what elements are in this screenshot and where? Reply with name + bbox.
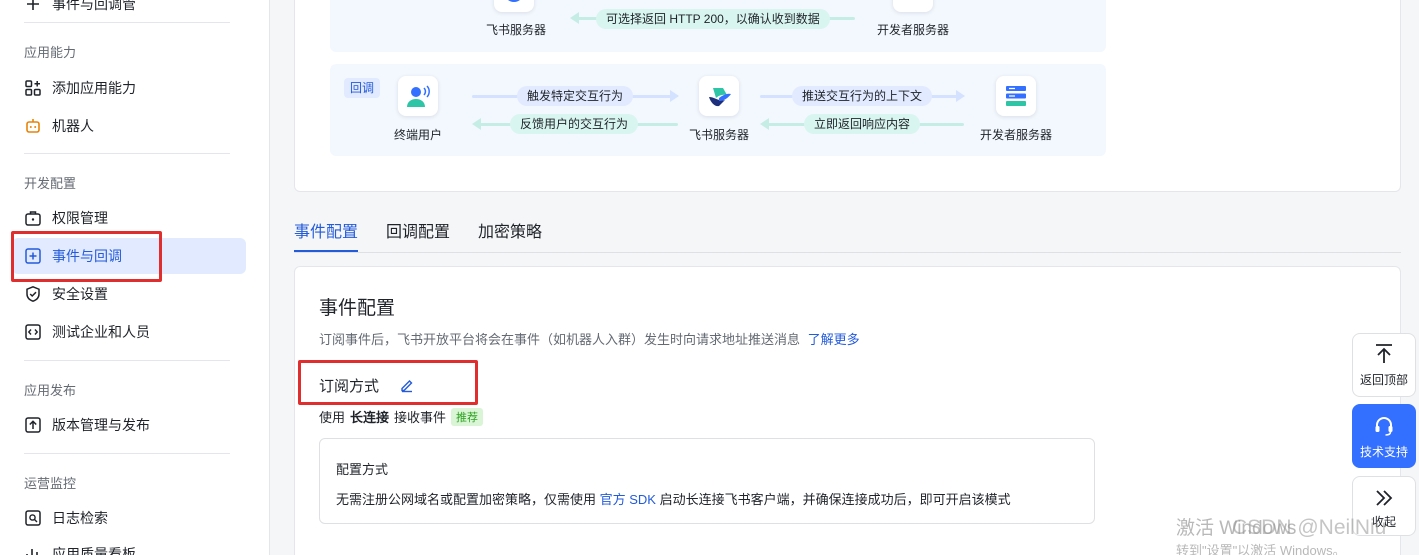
- robot-icon: [26, 119, 40, 133]
- tech-support-label: 技术支持: [1359, 445, 1408, 459]
- grid-plus-icon: [25, 80, 41, 96]
- sidebar-item-label: 事件与回调管: [52, 0, 136, 12]
- flow-pill-push: 推送交互行为的上下文: [792, 86, 933, 106]
- sidebar-item-add-capability[interactable]: 添加应用能力: [12, 70, 246, 106]
- sidebar-item-label: 应用质量看板: [52, 546, 136, 555]
- tab-callback-config[interactable]: 回调配置: [386, 218, 450, 242]
- flow-pill-http200: 可选择返回 HTTP 200，以确认收到数据: [596, 9, 830, 29]
- headset-icon: [1375, 417, 1393, 436]
- sidebar-item-test-tenant[interactable]: 测试企业和人员: [12, 314, 246, 350]
- long-connection-text: 长连接: [350, 410, 390, 425]
- sidebar-item-label: 安全设置: [52, 286, 108, 302]
- briefcase-icon: [25, 211, 41, 226]
- sidebar-item-event-callback-top[interactable]: 事件与回调管: [12, 0, 246, 22]
- learn-more-link[interactable]: 了解更多: [808, 332, 860, 347]
- sidebar-item-label: 机器人: [52, 118, 94, 134]
- config-method-text: 无需注册公网域名或配置加密策略，仅需使用 官方 SDK 启动长连接飞书客户端，并…: [336, 489, 1011, 508]
- arrowhead-right: [670, 90, 679, 102]
- sidebar-item-label: 版本管理与发布: [52, 417, 150, 433]
- sidebar-item-label: 权限管理: [52, 210, 108, 226]
- arrow-up-icon: [1376, 344, 1392, 363]
- flow-pill-trigger: 触发特定交互行为: [517, 86, 634, 106]
- sidebar-item-quality[interactable]: 应用质量看板: [12, 536, 246, 555]
- official-sdk-link[interactable]: 官方 SDK: [600, 492, 656, 507]
- sidebar-item-label: 测试企业和人员: [52, 324, 150, 340]
- node-label-lark-server: 飞书服务器: [688, 128, 749, 142]
- divider: [24, 453, 230, 454]
- back-to-top-label: 返回顶部: [1359, 373, 1408, 387]
- double-chevron-right-icon: [1376, 490, 1393, 506]
- sidebar-item-logs[interactable]: 日志检索: [12, 500, 246, 536]
- config-text-suffix: 启动长连接飞书客户端，并确保连接成功后，即可开启该模式: [659, 492, 1011, 507]
- callback-tag: 回调: [344, 78, 380, 98]
- arrowhead-left: [472, 118, 481, 130]
- config-text-prefix: 无需注册公网域名或配置加密策略，仅需使用: [336, 492, 597, 507]
- flow-pill-respond: 立即返回响应内容: [804, 114, 921, 134]
- sidebar-item-bot[interactable]: 机器人: [12, 108, 246, 144]
- subscription-method-line: 使用 长连接 接收事件 推荐: [319, 407, 484, 426]
- recommend-badge: 推荐: [451, 407, 484, 426]
- code-icon: [25, 324, 41, 340]
- log-search-icon: [25, 510, 41, 526]
- node-label-dev-server: 开发者服务器: [876, 23, 949, 37]
- sidebar-item-label: 添加应用能力: [52, 80, 136, 96]
- section-title-ops: 运营监控: [24, 476, 77, 491]
- use-prefix: 使用: [319, 410, 346, 425]
- divider: [24, 22, 230, 23]
- sidebar-item-security[interactable]: 安全设置: [12, 276, 246, 312]
- section-title: 事件配置: [319, 298, 396, 319]
- back-to-top-button[interactable]: 返回顶部: [1352, 333, 1416, 397]
- csdn-watermark: CSDN @NeilNiu: [1232, 516, 1387, 539]
- config-method-title: 配置方式: [336, 462, 389, 477]
- section-title-app-capability: 应用能力: [24, 45, 77, 60]
- section-title-publish: 应用发布: [24, 383, 77, 398]
- arrowhead-right: [956, 90, 965, 102]
- lark-server-icon: [494, 0, 534, 12]
- sidebar-item-label: 日志检索: [52, 510, 108, 526]
- tech-support-button[interactable]: 技术支持: [1352, 404, 1416, 468]
- config-method-box: [319, 438, 1095, 524]
- node-label-end-user: 终端用户: [393, 128, 442, 142]
- tab-active-indicator: [294, 250, 358, 252]
- tab-event-config[interactable]: 事件配置: [294, 218, 358, 242]
- section-title-dev-config: 开发配置: [24, 176, 77, 191]
- node-label-lark-server: 飞书服务器: [485, 23, 546, 37]
- lark-logo-icon: [699, 76, 739, 116]
- event-icon: [27, 0, 39, 10]
- chart-icon: [26, 549, 38, 555]
- flow-pill-feedback: 反馈用户的交互行为: [510, 114, 639, 134]
- sidebar-item-version[interactable]: 版本管理与发布: [12, 407, 246, 443]
- section-description: 订阅事件后，飞书开放平台将会在事件（如机器人入群）发生时向请求地址推送消息 了解…: [319, 329, 860, 348]
- sidebar: 事件与回调管 应用能力 添加应用能力 机器人 开发配置 权限管理 事件与回调 安…: [0, 0, 270, 555]
- description-text: 订阅事件后，飞书开放平台将会在事件（如机器人入群）发生时向请求地址推送消息: [319, 332, 801, 347]
- use-suffix: 接收事件: [394, 410, 447, 425]
- node-label-dev-server: 开发者服务器: [979, 128, 1052, 142]
- divider: [24, 153, 230, 154]
- upload-icon: [25, 417, 41, 433]
- tab-encryption[interactable]: 加密策略: [478, 218, 542, 242]
- arrowhead-left: [760, 118, 769, 130]
- highlight-box-sidebar: [11, 231, 162, 282]
- user-icon: [398, 76, 438, 116]
- shield-check-icon: [26, 285, 40, 302]
- windows-activation-hint: 转到"设置"以激活 Windows。: [1176, 543, 1346, 555]
- arrowhead-left: [570, 12, 579, 24]
- server-rack-icon: [996, 76, 1036, 116]
- tabs-divider: [294, 252, 1401, 253]
- divider: [24, 360, 230, 361]
- developer-server-icon: [893, 0, 933, 12]
- highlight-box-subscription: [298, 360, 478, 405]
